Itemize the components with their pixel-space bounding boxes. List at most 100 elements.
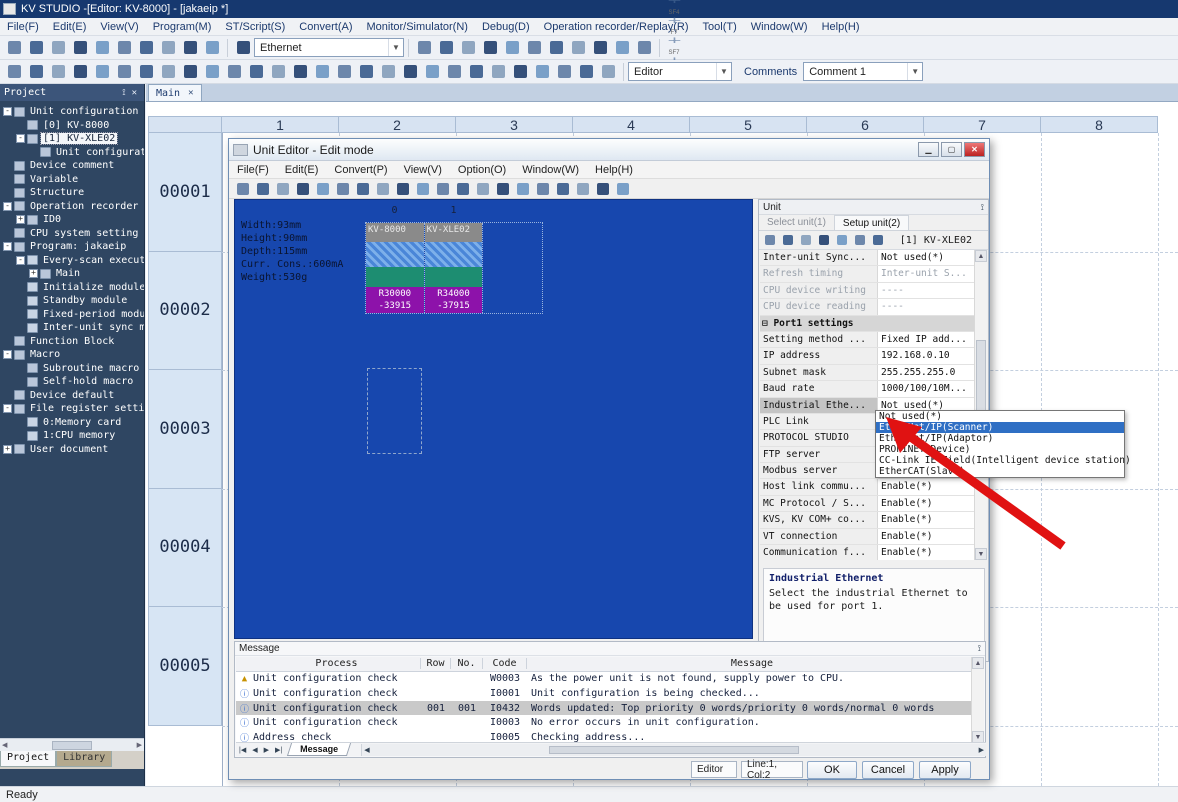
fast-forward-icon[interactable] (466, 62, 486, 82)
tree-item-fixed-period-modu[interactable]: Fixed-period modu (16, 308, 144, 321)
ladder-monitor-icon[interactable] (568, 38, 588, 58)
tree-item-1-kv-xle02[interactable]: -[1] KV-XLE02 (16, 132, 117, 145)
undo-icon[interactable] (254, 180, 272, 197)
tree-item-unit-configuratio[interactable]: Unit configuratio (29, 146, 144, 159)
tree-item-macro[interactable]: -Macro (3, 348, 62, 361)
screenshot-icon[interactable] (92, 62, 112, 82)
tree-item-inter-unit-sync-m[interactable]: Inter-unit sync m (16, 321, 144, 334)
expand-box-icon[interactable]: - (3, 350, 12, 359)
expand-box-icon[interactable]: + (29, 269, 38, 278)
hscroll-thumb[interactable] (549, 746, 799, 754)
fkey-f4-icon[interactable]: F4⊣⊢ (665, 0, 684, 8)
print-unit-icon[interactable] (534, 180, 552, 197)
tree-item-cpu-system-setting[interactable]: CPU system setting (3, 227, 140, 240)
tree-item-device-comment[interactable]: Device comment (3, 159, 116, 172)
write-setup-icon[interactable] (494, 180, 512, 197)
menu-convert[interactable]: Convert(A) (292, 19, 359, 35)
chevron-down-icon[interactable]: ▼ (716, 63, 731, 80)
pc-to-plc-transfer-icon[interactable] (414, 38, 434, 58)
record-icon[interactable] (246, 62, 266, 82)
unit-color-icon[interactable] (374, 180, 392, 197)
setting-row-refresh-timing[interactable]: Refresh timingInter-unit S... (760, 266, 974, 282)
dialog-menu-help[interactable]: Help(H) (587, 162, 641, 178)
dropdown-option-ethernet-ip-adaptor[interactable]: EtherNet/IP(Adaptor) (876, 433, 1124, 444)
dialog-menu-window[interactable]: Window(W) (514, 162, 587, 178)
setting-row-mc-protocol-s[interactable]: MC Protocol / S...Enable(*) (760, 496, 974, 512)
setting-row-ip-address[interactable]: IP address192.168.0.10 (760, 348, 974, 364)
setting-row-cpu-device-writing[interactable]: CPU device writing---- (760, 283, 974, 299)
help-icon[interactable] (202, 38, 222, 58)
save-settings-icon[interactable] (852, 233, 868, 248)
pin-icon[interactable]: ⟟ (119, 88, 128, 98)
dropdown-option-profinet-device[interactable]: PROFINET(Device) (876, 444, 1124, 455)
record-pause-icon[interactable] (268, 62, 288, 82)
tree-item-device-default[interactable]: Device default (3, 389, 116, 402)
dialog-menu-convert[interactable]: Convert(P) (326, 162, 395, 178)
tree-item-function-block[interactable]: Function Block (3, 335, 116, 348)
message-hscrollbar[interactable]: ◀ ▶ (361, 744, 986, 756)
next-page-icon[interactable]: ▶ (261, 746, 272, 754)
expand-box-icon[interactable]: - (3, 107, 12, 116)
compare-icon[interactable] (514, 180, 532, 197)
expand-box-icon[interactable]: + (3, 445, 12, 454)
step-over-icon[interactable] (488, 62, 508, 82)
copy-settings-icon[interactable] (798, 233, 814, 248)
message-row-i0003[interactable]: ⓘUnit configuration checkI0003No error o… (236, 715, 973, 730)
apply-button[interactable]: Apply (919, 761, 971, 779)
transfer-mode-icon[interactable] (480, 38, 500, 58)
menu-window[interactable]: Window(W) (744, 19, 815, 35)
expand-box-icon[interactable]: - (3, 202, 12, 211)
scroll-up-icon[interactable]: ▲ (975, 250, 987, 262)
menu-tool[interactable]: Tool(T) (696, 19, 744, 35)
dialog-menu-option[interactable]: Option(O) (450, 162, 514, 178)
unit-block-kv-8000[interactable]: KV-8000R30000-33915 (366, 223, 425, 313)
setting-row-cpu-device-reading[interactable]: CPU device reading---- (760, 299, 974, 315)
settings-section-port1[interactable]: ⊟ Port1 settings (760, 316, 974, 332)
message-row-i0001[interactable]: ⓘUnit configuration checkI0001Unit confi… (236, 686, 973, 701)
message-row-w0003[interactable]: ▲Unit configuration checkW0003As the pow… (236, 672, 973, 687)
connection-icon[interactable] (233, 38, 253, 58)
register-monitor-icon[interactable] (524, 38, 544, 58)
dropdown-option-ethernet-ip-scanner[interactable]: EtherNet/IP(Scanner) (876, 422, 1124, 433)
tree-item-id0[interactable]: +ID0 (16, 213, 63, 226)
dialog-menu-edit[interactable]: Edit(E) (277, 162, 327, 178)
last-page-icon[interactable]: ▶| (272, 746, 285, 754)
tree-item-file-register-settin[interactable]: -File register settin (3, 402, 144, 415)
scroll-right-icon[interactable]: ▶ (979, 746, 984, 754)
monitor-write-icon[interactable] (458, 38, 478, 58)
setting-value[interactable]: 1000/100/10M... (878, 381, 974, 396)
save-project-icon[interactable] (48, 38, 68, 58)
setting-row-host-link-commu[interactable]: Host link commu...Enable(*) (760, 479, 974, 495)
dropdown-option-not-used[interactable]: Not used(*) (876, 411, 1124, 422)
setting-value[interactable]: Inter-unit S... (878, 266, 974, 281)
list-view2-icon[interactable] (48, 62, 68, 82)
next-icon[interactable] (422, 62, 442, 82)
stop-icon[interactable] (312, 62, 332, 82)
tab-message[interactable]: Message (287, 743, 351, 756)
operation-recorder-icon[interactable] (612, 38, 632, 58)
first-page-icon[interactable]: |◀ (236, 746, 249, 754)
expand-box-icon[interactable]: - (16, 134, 25, 143)
plc-to-pc-transfer-icon[interactable] (436, 38, 456, 58)
tree-item-structure[interactable]: Structure (3, 186, 86, 199)
chevron-down-icon[interactable]: ▼ (907, 63, 922, 80)
scroll-left-icon[interactable]: ◀ (364, 746, 369, 754)
tree-item-initialize-module[interactable]: Initialize module (16, 281, 144, 294)
tab-main-editor[interactable]: Main✕ (148, 84, 202, 101)
expand-box-icon[interactable]: + (16, 215, 25, 224)
scroll-right-icon[interactable]: ▶ (137, 741, 142, 749)
tab-library[interactable]: Library (56, 751, 112, 767)
rewind-icon[interactable] (356, 62, 376, 82)
paste-icon[interactable] (334, 180, 352, 197)
row-number-00004[interactable]: 00004 (148, 489, 222, 608)
fkey-sf4-icon[interactable]: SF4⊣⊢ (665, 8, 684, 28)
setting-row-vt-connection[interactable]: VT connectionEnable(*) (760, 529, 974, 545)
setting-row-setting-method[interactable]: Setting method ...Fixed IP add... (760, 332, 974, 348)
menu-debug[interactable]: Debug(D) (475, 19, 537, 35)
loop-icon[interactable] (510, 62, 530, 82)
maximize-button[interactable]: ▢ (941, 142, 962, 157)
expand-box-icon[interactable]: - (16, 256, 25, 265)
dialog-titlebar[interactable]: Unit Editor - Edit mode ▁ ▢ ✕ (229, 139, 989, 161)
scroll-left-icon[interactable]: ◀ (2, 741, 7, 749)
setting-value[interactable]: Enable(*) (878, 479, 974, 494)
